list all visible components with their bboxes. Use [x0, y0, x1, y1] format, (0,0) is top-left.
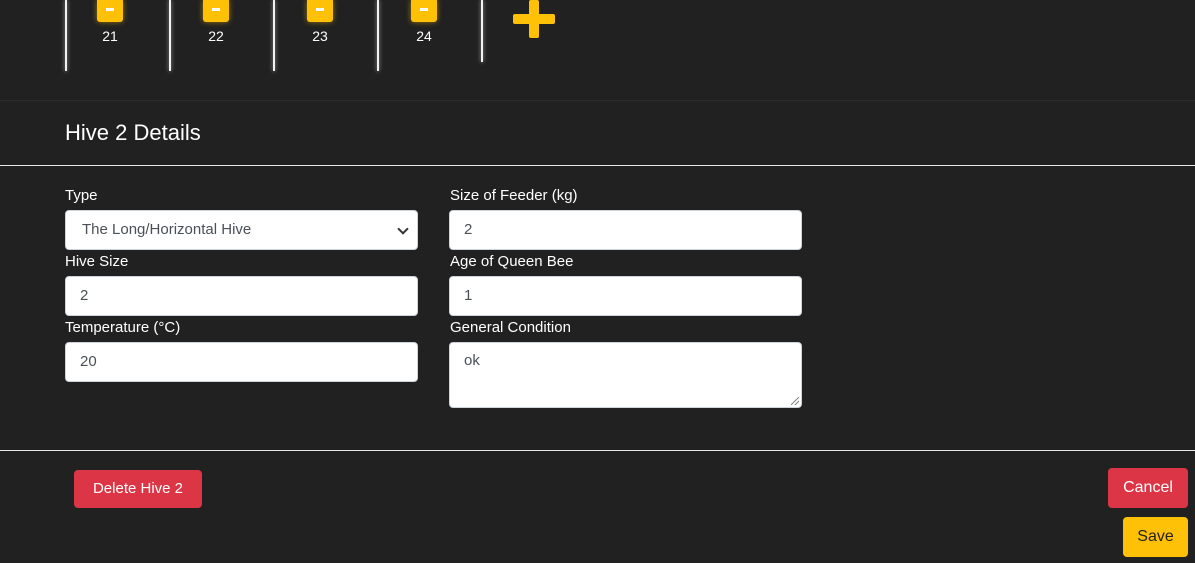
hive-item[interactable]: 22 [169, 0, 273, 71]
feeder-size-input[interactable]: 2 [449, 210, 802, 250]
general-condition-label: General Condition [450, 319, 571, 336]
hive-divider [377, 0, 379, 71]
hive-size-label: Hive Size [65, 253, 129, 270]
type-value: The Long/Horizontal Hive [82, 221, 252, 238]
section-divider [0, 100, 1195, 101]
queen-age-label: Age of Queen Bee [450, 253, 574, 270]
delete-hive-button[interactable]: Delete Hive 2 [74, 470, 202, 508]
hive-icon[interactable] [97, 0, 123, 22]
hive-divider [169, 0, 171, 71]
hive-number: 24 [416, 28, 432, 44]
queen-age-input[interactable]: 1 [449, 276, 802, 316]
hive-number: 23 [312, 28, 328, 44]
feeder-size-label: Size of Feeder (kg) [450, 187, 578, 204]
hive-number: 21 [102, 28, 118, 44]
hive-divider [273, 0, 275, 71]
temperature-input[interactable]: 20 [65, 342, 418, 382]
type-select[interactable]: The Long/Horizontal Hive [65, 210, 418, 250]
hive-item[interactable]: 23 [273, 0, 377, 71]
header-divider [0, 165, 1195, 166]
footer-divider [0, 450, 1195, 451]
hive-item[interactable]: 21 [65, 0, 169, 71]
hive-icon[interactable] [203, 0, 229, 22]
hive-divider [65, 0, 67, 71]
save-button[interactable]: Save [1123, 517, 1188, 557]
general-condition-value: ok [464, 352, 480, 369]
hive-icon[interactable] [307, 0, 333, 22]
type-label: Type [65, 187, 98, 204]
hive-number: 22 [208, 28, 224, 44]
cancel-button[interactable]: Cancel [1108, 468, 1188, 508]
general-condition-textarea[interactable]: ok [449, 342, 802, 408]
hive-item[interactable]: 24 [377, 0, 481, 71]
resize-handle-icon[interactable] [791, 397, 799, 405]
hive-strip: 21 22 23 24 [0, 0, 1195, 100]
add-hive-button[interactable] [511, 0, 557, 38]
temperature-label: Temperature (°C) [65, 319, 181, 336]
hive-size-input[interactable]: 2 [65, 276, 418, 316]
chevron-down-icon [397, 223, 409, 235]
hive-icon[interactable] [411, 0, 437, 22]
page-title: Hive 2 Details [65, 120, 201, 145]
hive-divider [481, 0, 483, 62]
